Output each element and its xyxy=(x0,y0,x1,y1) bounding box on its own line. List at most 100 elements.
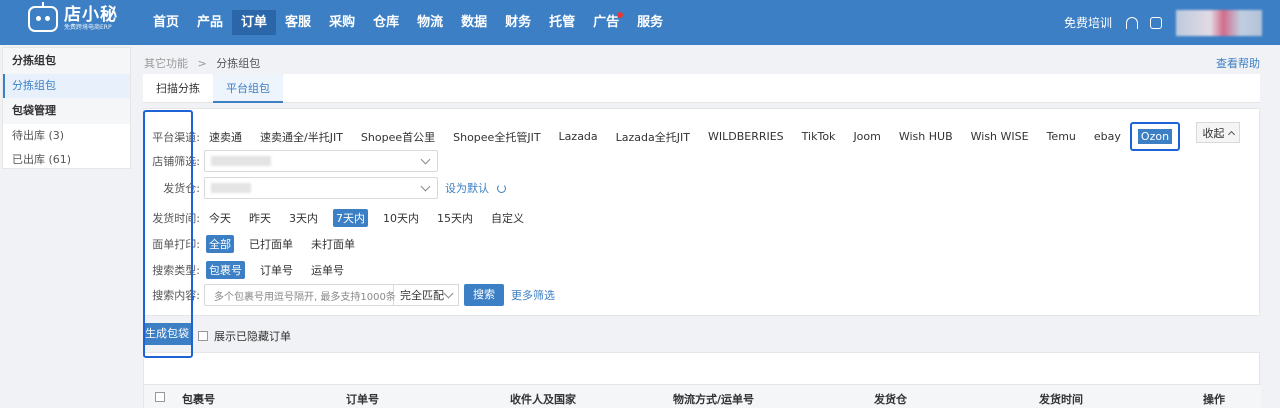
time-option[interactable]: 昨天 xyxy=(246,209,274,227)
search-type-label: 搜索类型: xyxy=(152,264,200,277)
column-header-order-no: 订单号 xyxy=(346,393,379,406)
breadcrumb-separator: > xyxy=(197,57,207,70)
warehouse-value-blurred xyxy=(211,183,251,193)
channel-option[interactable]: 速卖通全/半托JIT xyxy=(257,128,346,146)
sidebar-item-shipped[interactable]: 已出库 (61) xyxy=(3,148,130,172)
select-all-checkbox[interactable] xyxy=(155,392,165,402)
print-option[interactable]: 未打面单 xyxy=(308,235,358,253)
channel-option[interactable]: Shopee首公里 xyxy=(358,128,438,146)
channel-option[interactable]: Lazada全托JIT xyxy=(613,128,693,146)
nav-item-home[interactable]: 首页 xyxy=(144,0,188,45)
chevron-down-icon xyxy=(420,181,431,191)
sidebar-group-bag-management: 包袋管理 xyxy=(3,98,130,124)
print-option[interactable]: 已打面单 xyxy=(246,235,296,253)
more-filters-link[interactable]: 更多筛选 xyxy=(511,287,555,303)
sidebar-item-sorting[interactable]: 分拣组包 xyxy=(3,74,130,98)
chevron-down-icon xyxy=(420,154,431,164)
headset-icon[interactable] xyxy=(1126,16,1138,29)
search-button[interactable]: 搜索 xyxy=(464,284,504,306)
channel-option[interactable]: Joom xyxy=(850,129,883,144)
channel-option[interactable]: WILDBERRIES xyxy=(705,129,787,144)
channel-option[interactable]: 速卖通 xyxy=(206,128,245,146)
help-link[interactable]: 查看帮助 xyxy=(1216,55,1260,71)
column-header-actions: 操作 xyxy=(1203,393,1225,406)
refresh-icon[interactable] xyxy=(497,183,506,193)
filter-panel: 平台渠道: 速卖通 速卖通全/半托JIT Shopee首公里 Shopee全托管… xyxy=(143,108,1260,316)
shop-select[interactable] xyxy=(204,150,438,172)
left-sidebar: 分拣组包 分拣组包 包袋管理 待出库 (3) 已出库 (61) xyxy=(2,47,131,169)
chevron-down-icon xyxy=(443,288,454,298)
nav-item-purchase[interactable]: 采购 xyxy=(320,0,364,45)
nav-item-services[interactable]: 服务 xyxy=(628,0,672,45)
channel-option[interactable]: Wish HUB xyxy=(896,129,956,144)
search-type-row: 搜索类型: 包裹号 订单号 运单号 xyxy=(144,261,347,279)
time-option[interactable]: 10天内 xyxy=(380,209,422,227)
nav-item-ads[interactable]: 广告 xyxy=(584,0,628,45)
channel-option[interactable]: Lazada xyxy=(556,129,601,144)
nav-item-finance[interactable]: 财务 xyxy=(496,0,540,45)
collapse-button[interactable]: 收起 xyxy=(1196,122,1240,143)
nav-item-order[interactable]: 订单 xyxy=(232,10,277,35)
breadcrumb-parent[interactable]: 其它功能 xyxy=(144,57,188,70)
search-input[interactable]: 多个包裹号用逗号隔开, 最多支持1000条 xyxy=(204,284,396,306)
channel-option[interactable]: Wish WISE xyxy=(968,129,1032,144)
sidebar-group-sorting: 分拣组包 xyxy=(3,48,130,74)
nav-item-service[interactable]: 客服 xyxy=(276,0,320,45)
time-option[interactable]: 今天 xyxy=(206,209,234,227)
column-header-warehouse: 发货仓 xyxy=(874,393,907,406)
sidebar-item-pending-outbound[interactable]: 待出库 (3) xyxy=(3,124,130,148)
top-nav-bar: 店小秘 免费跨境电商ERP 首页 产品 订单 客服 采购 仓库 物流 数据 财务… xyxy=(0,0,1280,45)
column-header-recipient: 收件人及国家 xyxy=(510,393,576,406)
brand-subtitle: 免费跨境电商ERP xyxy=(64,24,112,31)
shop-value-blurred xyxy=(211,156,271,166)
channel-option[interactable]: Shopee全托管JIT xyxy=(450,128,543,146)
show-hidden-orders[interactable]: 展示已隐藏订单 xyxy=(198,328,291,344)
warehouse-row: 发货仓: 设为默认 xyxy=(144,177,506,199)
free-training-link[interactable]: 免费培训 xyxy=(1064,14,1112,31)
warehouse-select[interactable] xyxy=(204,177,438,199)
match-mode-select[interactable]: 完全匹配 xyxy=(394,284,459,306)
tab-scan-sorting[interactable]: 扫描分拣 xyxy=(143,74,213,103)
ship-time-label: 发货时间: xyxy=(152,212,200,225)
logo[interactable]: 店小秘 免费跨境电商ERP xyxy=(28,2,118,32)
book-icon[interactable] xyxy=(1150,16,1162,29)
package-table: 包裹号 订单号 收件人及国家 物流方式/运单号 发货仓 发货时间 操作 xyxy=(143,352,1261,408)
search-type-option[interactable]: 订单号 xyxy=(257,261,296,279)
nav-item-warehouse[interactable]: 仓库 xyxy=(364,0,408,45)
robot-logo-icon xyxy=(28,2,58,32)
channel-option-ozon-selected[interactable]: Ozon xyxy=(1129,122,1181,151)
warehouse-label: 发货仓: xyxy=(163,182,200,195)
print-label: 面单打印: xyxy=(152,238,200,251)
channel-option[interactable]: TikTok xyxy=(799,129,839,144)
print-option-selected[interactable]: 全部 xyxy=(206,235,234,253)
nav-item-hosting[interactable]: 托管 xyxy=(540,0,584,45)
search-content-label: 搜索内容: xyxy=(152,289,200,302)
shop-label: 店铺筛选: xyxy=(152,155,200,168)
column-header-ship-time: 发货时间 xyxy=(1039,393,1083,406)
nav-item-product[interactable]: 产品 xyxy=(188,0,232,45)
nav-item-logistics[interactable]: 物流 xyxy=(408,0,452,45)
shop-row: 店铺筛选: xyxy=(144,150,438,172)
time-option[interactable]: 15天内 xyxy=(434,209,476,227)
show-hidden-checkbox[interactable] xyxy=(198,331,208,341)
breadcrumb: 其它功能 > 分拣组包 xyxy=(144,55,260,71)
time-option[interactable]: 3天内 xyxy=(286,209,321,227)
time-option-selected[interactable]: 7天内 xyxy=(333,209,368,227)
show-hidden-label: 展示已隐藏订单 xyxy=(214,330,291,343)
set-default-link[interactable]: 设为默认 xyxy=(445,180,489,196)
ship-time-row: 发货时间: 今天 昨天 3天内 7天内 10天内 15天内 自定义 xyxy=(144,209,527,227)
generate-bag-button[interactable]: 生成包袋 xyxy=(143,323,191,345)
channel-option[interactable]: Temu xyxy=(1044,129,1079,144)
main-nav: 首页 产品 订单 客服 采购 仓库 物流 数据 财务 托管 广告 服务 xyxy=(144,0,672,45)
tab-platform-packing[interactable]: 平台组包 xyxy=(213,74,283,103)
collapse-label: 收起 xyxy=(1202,126,1225,140)
column-header-package-no: 包裹号 xyxy=(182,393,215,406)
channel-option[interactable]: ebay xyxy=(1091,129,1124,144)
time-option-custom[interactable]: 自定义 xyxy=(488,209,527,227)
search-type-option-selected[interactable]: 包裹号 xyxy=(206,261,245,279)
nav-ads-label: 广告 xyxy=(593,15,620,30)
user-account-blurred[interactable] xyxy=(1176,9,1262,36)
search-type-option[interactable]: 运单号 xyxy=(308,261,347,279)
column-header-logistics: 物流方式/运单号 xyxy=(673,393,755,406)
nav-item-data[interactable]: 数据 xyxy=(452,0,496,45)
